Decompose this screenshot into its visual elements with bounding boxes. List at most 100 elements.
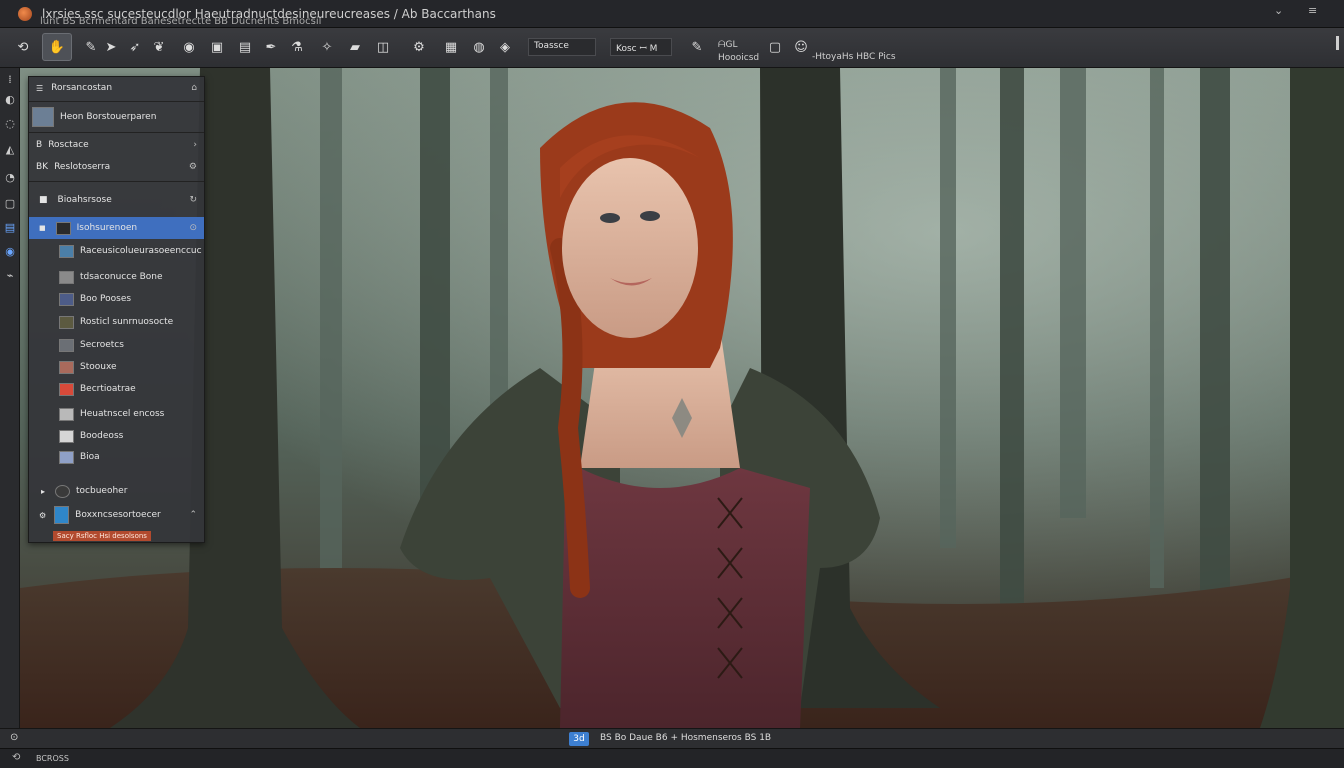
layer-row[interactable]: tdsaconucce Bone [29, 266, 204, 288]
rail-heal-icon[interactable]: ◔ [3, 170, 17, 184]
layer-row[interactable]: Heuatnscel encoss [29, 403, 204, 425]
camera-icon[interactable]: ◫ [372, 36, 394, 58]
box-icon[interactable]: ▣ [206, 36, 228, 58]
layer-thumbnail [59, 244, 74, 258]
settings-icon[interactable]: ⚙ [408, 36, 430, 58]
layer-label: Rosticl sunrnuosocte [80, 317, 174, 327]
folder-icon[interactable]: ▰ [344, 36, 366, 58]
panel-divider [29, 101, 204, 102]
lock-icon[interactable]: ▢ [764, 36, 786, 58]
layer-row[interactable]: Stoouxe [29, 356, 204, 378]
palette-icon[interactable]: ◍ [468, 36, 490, 58]
layer-row[interactable]: Secroetcs [29, 334, 204, 356]
globe-icon[interactable]: ◉ [178, 36, 200, 58]
layer-label: Boo Pooses [80, 294, 132, 304]
draw-icon[interactable]: ✎ [686, 36, 708, 58]
flask-icon[interactable]: ⚗ [286, 36, 308, 58]
toolbar-label-3: -HtoyaHs HBC Pics [812, 52, 896, 62]
layer-prefix: ■ [39, 224, 46, 232]
rotate-icon[interactable]: ⟲ [12, 36, 34, 58]
layer-row[interactable]: Rosticl sunrnuosocte [29, 311, 204, 333]
layers-panel: ☰ Rorsancostan ⌂ Heon Borstouerparen B R… [28, 76, 205, 543]
rail-layer-icon[interactable]: ▤ [3, 220, 17, 234]
layer-row[interactable]: ⚙ Boxxncsesortoecer ⌃ [29, 504, 204, 526]
layer-prefix: B [36, 140, 43, 150]
layer-row[interactable]: Boodeoss [29, 425, 204, 447]
bird-icon[interactable]: ❦ [148, 36, 170, 58]
bottom-label: BCROSS [36, 754, 69, 763]
menu-strip[interactable]: lunt BS Bcrmentard Banesetrectte BB Ducn… [40, 16, 321, 27]
settings-icon[interactable]: ⚙ [39, 511, 46, 520]
quill-icon[interactable]: ✒ [260, 36, 282, 58]
bottom-bar: ⟲ BCROSS [0, 748, 1344, 768]
layer-prefix: BK [36, 162, 49, 172]
layer-group-row[interactable]: ■ Bioahsrsose ↻ [29, 189, 204, 211]
layer-thumbnail [59, 315, 74, 329]
layer-thumbnail [59, 450, 74, 464]
refresh-icon[interactable]: ↻ [189, 195, 197, 205]
arrow-icon[interactable]: ➤ [100, 36, 122, 58]
layer-row[interactable]: Heon Borstouerparen [29, 104, 204, 130]
menu-icon[interactable]: ≡ [1308, 4, 1317, 17]
layer-arrow-icon[interactable]: › [193, 140, 197, 150]
rail-lasso-icon[interactable]: ◌ [3, 116, 17, 130]
status-bar: ⊙ 3d BS Bo Daue B6 + Hosmenseros BS 1B [0, 728, 1344, 748]
layer-label: Reslotoserra [54, 162, 111, 172]
brush-icon[interactable]: ✎ [80, 36, 102, 58]
scroll-up-icon[interactable]: ⌃ [189, 510, 197, 520]
panel-divider [29, 181, 204, 182]
layer-thumbnail [59, 292, 74, 306]
layer-row[interactable]: Boo Pooses [29, 288, 204, 310]
expand-icon[interactable]: ▸ [41, 487, 45, 496]
layer-thumbnail [32, 107, 54, 127]
tool-field-2[interactable]: Kosc ꟷ M [610, 38, 672, 56]
layer-thumbnail [55, 221, 71, 235]
rail-brush-icon[interactable]: ▢ [3, 196, 17, 210]
user-icon[interactable]: ☺ [790, 36, 812, 58]
minimize-icon[interactable]: ⌄ [1274, 4, 1283, 17]
fish-icon[interactable]: ✧ [316, 36, 338, 58]
layer-label: Isohsurenoen [76, 223, 138, 233]
status-icon[interactable]: ⊙ [10, 732, 18, 743]
layer-label: Boxxncsesortoecer [75, 510, 161, 520]
rail-crop-icon[interactable]: ◭ [3, 142, 17, 156]
layer-row[interactable]: Becrtioatrae [29, 378, 204, 400]
app-window: lxrsies ssc sucesteucdlor Haeutradnuctde… [0, 0, 1344, 768]
layer-row[interactable]: Raceusicolueurasoeenccuc [29, 240, 204, 262]
layer-thumbnail [59, 270, 74, 284]
layer-label: tdsaconucce Bone [80, 272, 163, 282]
layer-row[interactable]: ▸ tocbueoher [29, 480, 204, 502]
layer-row[interactable]: Bioa [29, 446, 204, 468]
layer-row[interactable]: BK Reslotoserra ⚙ [29, 156, 204, 178]
left-tool-rail: ⁞ ◐ ◌ ◭ ◔ ▢ ▤ ◉ ⌁ [0, 68, 20, 728]
title-bar: lxrsies ssc sucesteucdlor Haeutradnuctde… [0, 0, 1344, 28]
feather-icon[interactable]: ➶ [124, 36, 146, 58]
toolbar: ⟲ ✋ ✎ ➤ ➶ ❦ ◉ ▣ ▤ ✒ ⚗ ✧ ▰ ◫ ⚙ ▦ ◍ ◈ Toas… [0, 28, 1344, 68]
rail-globe-icon[interactable]: ◐ [3, 92, 17, 106]
image-canvas[interactable] [20, 68, 1344, 728]
layer-thumbnail [59, 382, 74, 396]
layer-settings-icon[interactable]: ⚙ [189, 162, 197, 172]
paint-icon[interactable]: ▦ [440, 36, 462, 58]
layer-label: Bioahsrsose [57, 195, 112, 205]
layer-label: Heon Borstouerparen [60, 112, 157, 122]
rail-text-icon[interactable]: ⌁ [3, 268, 17, 282]
zoom-button[interactable]: 3d [569, 732, 589, 746]
layer-thumbnail [59, 407, 74, 421]
chrome-icon[interactable]: ◈ [494, 36, 516, 58]
rail-fill-icon[interactable]: ◉ [3, 244, 17, 258]
monitor-icon[interactable]: ▤ [234, 36, 256, 58]
panel-menu-icon[interactable]: ⌂ [191, 83, 197, 93]
panel-grip-icon: ☰ [36, 83, 44, 93]
layer-row-selected[interactable]: ■ Isohsurenoen ⊙ [29, 217, 204, 239]
panel-header: ☰ Rorsancostan ⌂ [29, 77, 204, 99]
layer-row[interactable]: B Rosctace › [29, 134, 204, 156]
tool-field-1[interactable]: Toassce [528, 38, 596, 56]
scroll-indicator [1336, 36, 1339, 50]
forest-portrait-image [20, 68, 1344, 728]
layer-label: Boodeoss [80, 431, 124, 441]
rail-move-icon[interactable]: ⁞ [3, 72, 17, 86]
hand-icon[interactable]: ✋ [42, 33, 72, 61]
timeline-icon[interactable]: ⟲ [12, 752, 20, 763]
layer-link-icon[interactable]: ⊙ [189, 223, 197, 233]
